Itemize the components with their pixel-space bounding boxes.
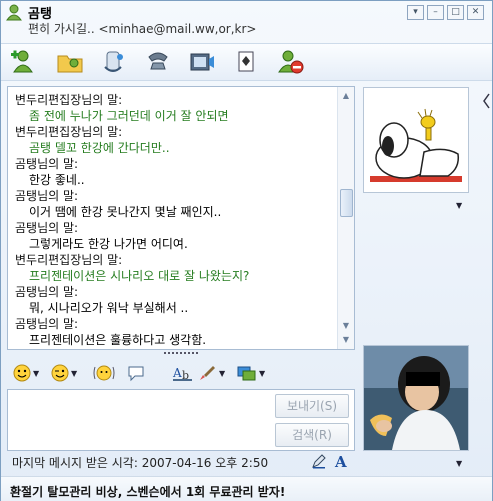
- message-text: 프리젠테이션은 훌륭하다고 생각함.: [29, 333, 207, 347]
- font-ab-icon[interactable]: Ab: [172, 363, 194, 383]
- font-icon[interactable]: A: [333, 453, 349, 471]
- message-input[interactable]: 보내기(S) 검색(R): [7, 389, 355, 451]
- pane-splitter[interactable]: [7, 349, 353, 357]
- add-user-icon[interactable]: [9, 47, 39, 77]
- collapse-panel-icon[interactable]: [481, 86, 492, 116]
- scroll-thumb[interactable]: [340, 189, 353, 217]
- brush-icon[interactable]: ▼: [197, 363, 225, 383]
- title-bar: 곰탱 편히 가시길.. <minhae@mail.ww,or,kr> ▾ – □…: [1, 1, 492, 39]
- send-button[interactable]: 보내기(S): [275, 394, 349, 418]
- wink-icon[interactable]: ▼: [51, 363, 77, 383]
- chat-scrollbar[interactable]: ▲ ▼ ▼: [337, 87, 354, 349]
- display-icon[interactable]: ▼: [237, 363, 265, 383]
- status-line: 마지막 메시지 받은 시각: 2007-04-16 오후 2:50 A: [7, 451, 353, 471]
- ad-banner[interactable]: 환절기 탈모관리 비상, 스벤슨에서 1회 무료관리 받자!: [1, 476, 492, 501]
- contact-message-email: 편히 가시길.. <minhae@mail.ww,or,kr>: [28, 22, 257, 36]
- chat-window: 곰탱 편히 가시길.. <minhae@mail.ww,or,kr> ▾ – □…: [0, 0, 493, 501]
- display-picture-menu-icon[interactable]: ▼: [456, 201, 462, 210]
- nudge-icon[interactable]: [93, 363, 115, 383]
- message-sender: 곰탱님의 말:: [15, 157, 79, 171]
- scroll-down-icon[interactable]: ▼: [341, 321, 351, 331]
- telephone-icon[interactable]: [143, 47, 173, 77]
- message-text: 뭐, 시나리오가 워낙 부실해서 ..: [29, 301, 189, 315]
- maximize-icon[interactable]: □: [447, 5, 464, 20]
- messenger-buddy-icon: [6, 4, 24, 25]
- block-user-icon[interactable]: [276, 47, 306, 77]
- close-icon[interactable]: ✕: [467, 5, 484, 20]
- search-button[interactable]: 검색(R): [275, 423, 349, 447]
- message-sender: 변두리편집장님의 말:: [15, 253, 123, 267]
- message-text: 곰탱 델꼬 한강에 간다더만..: [29, 141, 170, 155]
- scroll-down-icon[interactable]: ▼: [341, 335, 351, 345]
- message-sender: 곰탱님의 말:: [15, 189, 79, 203]
- film-icon[interactable]: [187, 47, 217, 77]
- phone-mic-icon[interactable]: [99, 47, 129, 77]
- message-sender: 곰탱님의 말:: [15, 317, 79, 331]
- message-text: 좀 전에 누나가 그러던데 이거 잘 안되면: [29, 109, 229, 123]
- folder-icon[interactable]: [55, 47, 85, 77]
- last-message-time: 마지막 메시지 받은 시각: 2007-04-16 오후 2:50: [12, 456, 269, 470]
- smiley-icon[interactable]: ▼: [13, 363, 39, 383]
- action-toolbar: [1, 43, 492, 81]
- menu-icon[interactable]: ▾: [407, 5, 424, 20]
- format-toolbar: ▼ ▼ Ab ▼ ▼: [7, 359, 353, 387]
- message-list: 변두리편집장님의 말: 좀 전에 누나가 그러던데 이거 잘 안되면 변두리편집장님…: [8, 87, 336, 349]
- ad-text[interactable]: 환절기 탈모관리 비상, 스벤슨에서 1회 무료관리 받자!: [10, 483, 285, 500]
- message-sender: 변두리편집장님의 말:: [15, 125, 123, 139]
- my-picture-menu-icon[interactable]: ▼: [456, 459, 462, 468]
- message-sender: 곰탱님의 말:: [15, 221, 79, 235]
- contact-display-picture[interactable]: [363, 87, 469, 193]
- message-sender: 곰탱님의 말:: [15, 285, 79, 299]
- chat-history[interactable]: 변두리편집장님의 말: 좀 전에 누나가 그러던데 이거 잘 안되면 변두리편집장님…: [7, 86, 355, 350]
- speech-bubble-icon[interactable]: [127, 363, 145, 383]
- display-pictures-panel: ▼ ▼: [360, 87, 477, 474]
- pen-icon[interactable]: [311, 453, 327, 469]
- my-display-picture[interactable]: [363, 345, 469, 451]
- message-sender: 변두리편집장님의 말:: [15, 93, 123, 107]
- message-text: 프리젠테이션은 시나리오 대로 잘 나왔는지?: [29, 269, 250, 283]
- message-text: 한강 좋네..: [29, 173, 85, 187]
- svg-text:A: A: [172, 366, 182, 380]
- cards-icon[interactable]: [232, 47, 262, 77]
- svg-text:A: A: [334, 453, 347, 469]
- message-text: 그렇게라도 한강 나가면 어디여.: [29, 237, 188, 251]
- minimize-icon[interactable]: –: [427, 5, 444, 20]
- message-text: 이거 땜에 한강 못나간지 몇날 째인지..: [29, 205, 222, 219]
- scroll-up-icon[interactable]: ▲: [341, 91, 351, 101]
